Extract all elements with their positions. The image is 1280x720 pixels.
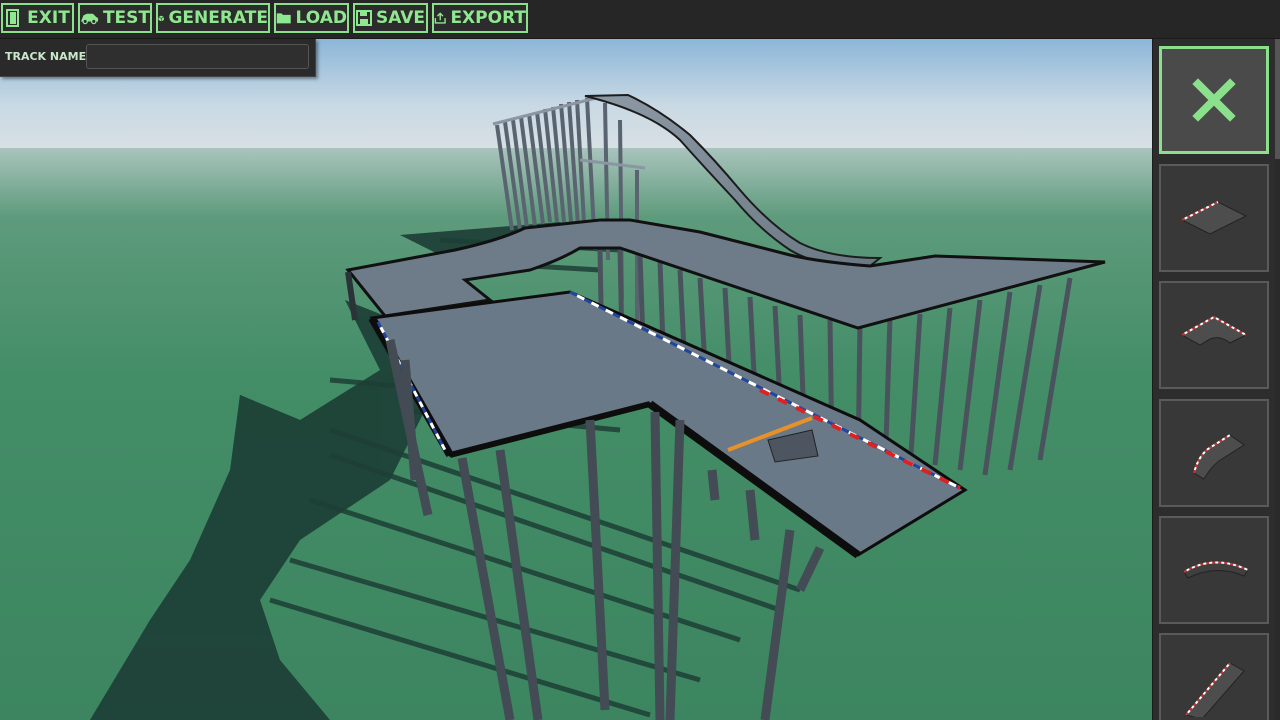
exit-label: EXIT xyxy=(27,8,70,28)
palette-item-straight[interactable] xyxy=(1159,164,1269,272)
track-name-input[interactable] xyxy=(86,44,309,69)
straight-piece-icon xyxy=(1180,201,1248,235)
bank-piece-icon xyxy=(1183,561,1249,579)
save-button[interactable]: SAVE xyxy=(353,3,428,33)
piece-palette xyxy=(1152,39,1280,720)
ramp-piece-icon xyxy=(1193,434,1245,480)
palette-item-ramp[interactable] xyxy=(1159,399,1269,507)
palette-item-delete[interactable] xyxy=(1159,46,1269,154)
palette-item-curve[interactable] xyxy=(1159,281,1269,389)
load-label: LOAD xyxy=(295,8,348,28)
share-export-icon xyxy=(434,11,446,24)
toolbar: EXIT TEST GENERATE LOAD SAVE EXPORT xyxy=(0,0,1280,39)
car-icon xyxy=(80,13,99,25)
door-exit-icon xyxy=(6,9,20,27)
palette-scrollbar[interactable] xyxy=(1275,39,1280,720)
save-label: SAVE xyxy=(375,8,426,28)
track-name-label: TRACK NAME: xyxy=(5,50,91,63)
palette-item-bank[interactable] xyxy=(1159,516,1269,624)
test-label: TEST xyxy=(102,8,150,28)
folder-icon xyxy=(276,13,291,24)
generate-button[interactable]: GENERATE xyxy=(156,3,270,33)
export-button[interactable]: EXPORT xyxy=(432,3,528,33)
diagonal-piece-icon xyxy=(1185,662,1245,717)
load-button[interactable]: LOAD xyxy=(274,3,349,33)
palette-item-diagonal[interactable] xyxy=(1159,633,1269,720)
3d-viewport[interactable] xyxy=(0,0,1280,720)
test-button[interactable]: TEST xyxy=(78,3,152,33)
track-name-panel: TRACK NAME: xyxy=(0,39,316,77)
cube-icon xyxy=(158,15,165,21)
floppy-disk-icon xyxy=(355,10,372,26)
exit-button[interactable]: EXIT xyxy=(1,3,74,33)
generate-label: GENERATE xyxy=(168,8,268,28)
export-label: EXPORT xyxy=(450,8,526,28)
curve-piece-icon xyxy=(1180,315,1248,346)
palette-scroll-thumb[interactable] xyxy=(1275,39,1280,159)
close-icon xyxy=(1192,78,1236,122)
